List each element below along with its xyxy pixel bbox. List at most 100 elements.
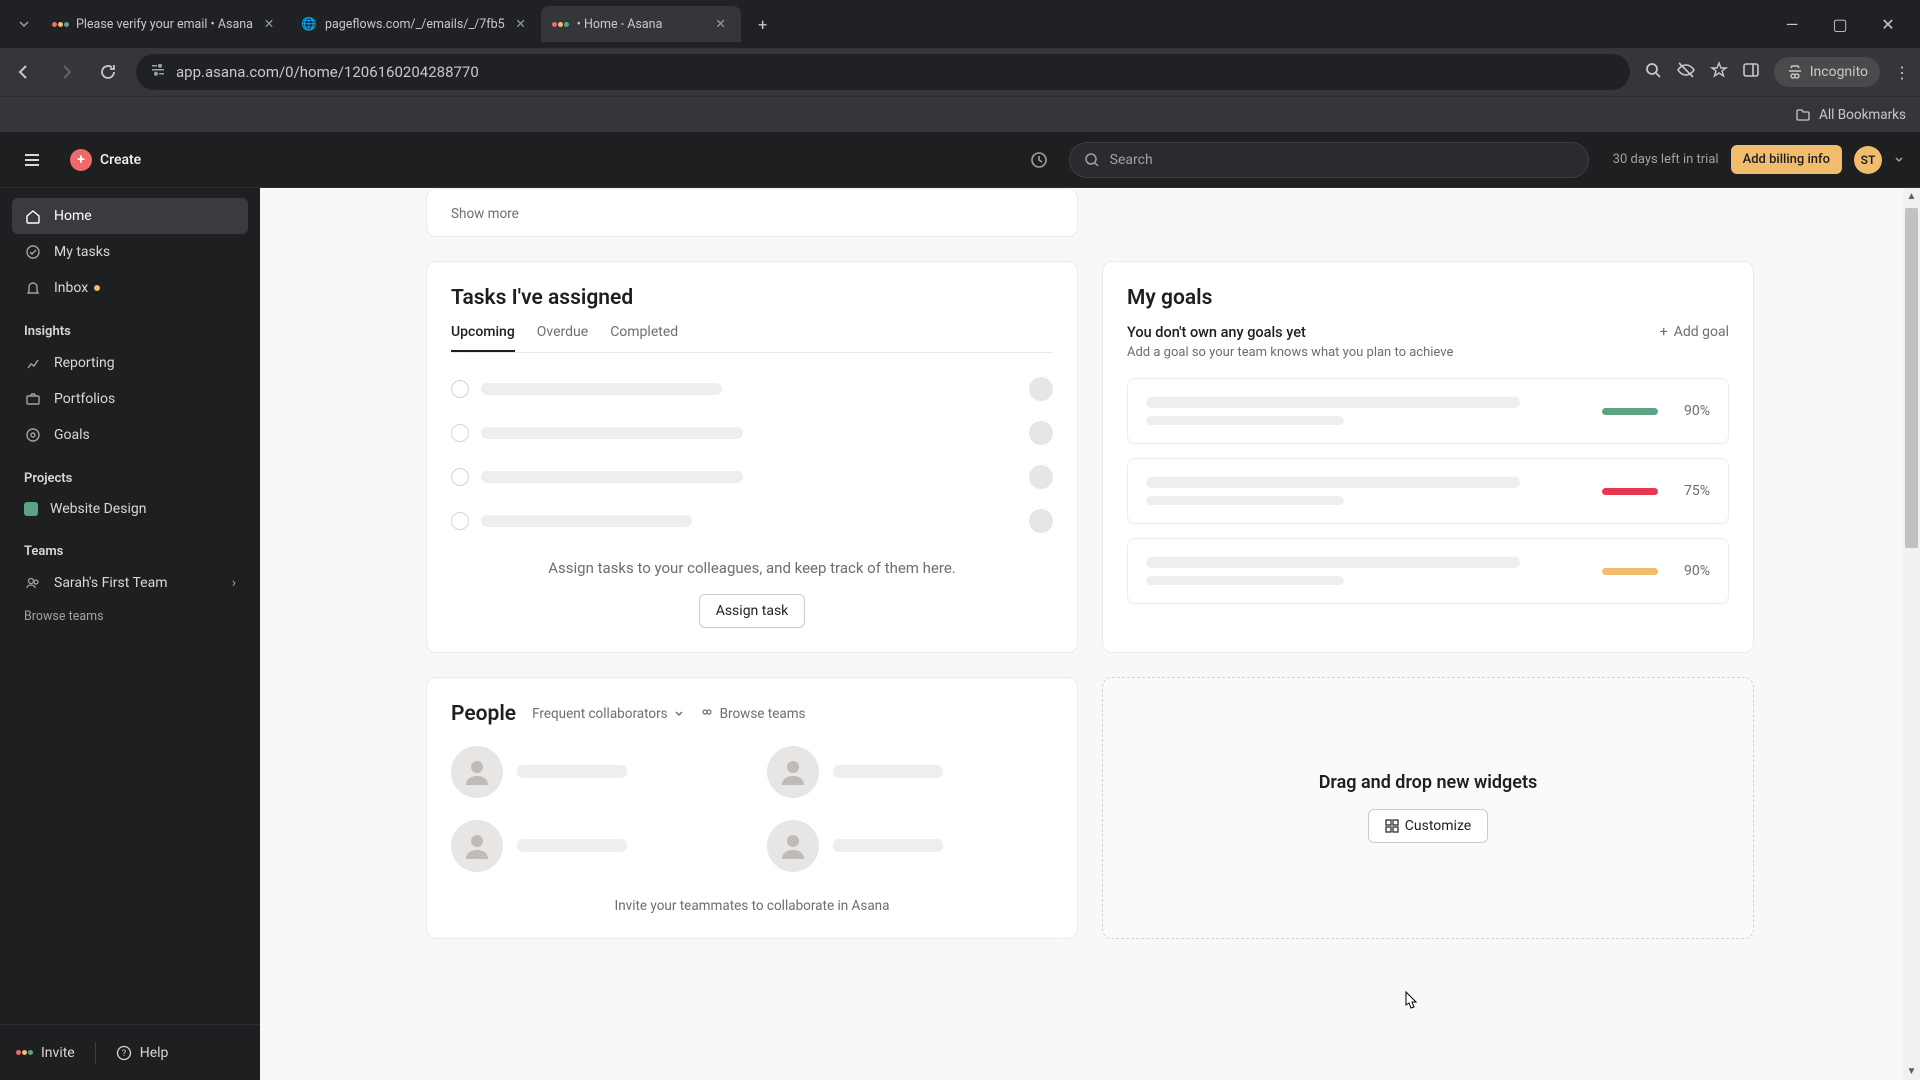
customize-label: Customize (1405, 818, 1471, 834)
close-icon[interactable]: ✕ (713, 16, 729, 32)
menu-icon[interactable]: ⋮ (1894, 63, 1910, 82)
address-bar[interactable]: app.asana.com/0/home/1206160204288770 (136, 54, 1630, 90)
browser-tab-1[interactable]: 🌐 pageflows.com/_/emails/_/7fb5 ✕ (289, 6, 541, 42)
search-input[interactable]: Search (1069, 142, 1589, 178)
side-panel-icon[interactable] (1742, 61, 1760, 83)
chevron-down-icon[interactable] (1894, 150, 1904, 169)
person-placeholder (451, 746, 737, 798)
sidebar-item-label: Sarah's First Team (54, 575, 168, 591)
chevron-down-icon (674, 709, 684, 719)
sidebar-item-label: Home (54, 208, 92, 224)
sidebar-item-label: Goals (54, 427, 90, 443)
browse-teams-label: Browse teams (720, 706, 806, 722)
sidebar-section-teams: Teams (0, 526, 260, 565)
menu-toggle[interactable] (16, 144, 48, 176)
sidebar-section-insights: Insights (0, 306, 260, 345)
sidebar-section-projects: Projects (0, 453, 260, 492)
goal-skeleton: 90% (1127, 538, 1729, 604)
tab-title: Please verify your email • Asana (76, 17, 253, 32)
people-card: People Frequent collaborators Browse tea… (426, 677, 1078, 939)
create-button[interactable]: + Create (60, 143, 151, 177)
goal-skeleton: 75% (1127, 458, 1729, 524)
avatar[interactable]: ST (1854, 146, 1882, 174)
app-header: + Create Search 30 days left in trial Ad… (0, 132, 1920, 188)
all-bookmarks-button[interactable]: All Bookmarks (1795, 107, 1906, 123)
browser-tab-2[interactable]: • Home - Asana ✕ (541, 6, 741, 42)
task-skeleton-row (451, 455, 1053, 499)
help-button[interactable]: ? Help (116, 1045, 169, 1061)
browse-teams-link[interactable]: Browse teams (700, 706, 806, 722)
close-icon[interactable]: ✕ (513, 16, 529, 32)
grid-icon (1385, 819, 1399, 833)
goals-empty-title: You don't own any goals yet (1127, 324, 1453, 341)
all-bookmarks-label: All Bookmarks (1819, 107, 1906, 123)
browser-toolbar: app.asana.com/0/home/1206160204288770 In… (0, 48, 1920, 96)
chart-icon (24, 354, 42, 372)
notification-dot-icon (94, 285, 100, 291)
sidebar-item-goals[interactable]: Goals (12, 417, 248, 453)
back-button[interactable] (10, 58, 38, 86)
eye-off-icon[interactable] (1676, 60, 1696, 84)
sidebar-item-label: Reporting (54, 355, 115, 371)
sidebar-item-reporting[interactable]: Reporting (12, 345, 248, 381)
goal-percent: 75% (1674, 483, 1710, 499)
scroll-up-icon[interactable]: ▲ (1903, 188, 1920, 205)
site-settings-icon[interactable] (150, 62, 166, 82)
customize-button[interactable]: Customize (1368, 809, 1488, 843)
tab-search-dropdown[interactable] (8, 8, 40, 40)
add-billing-button[interactable]: Add billing info (1731, 145, 1842, 174)
browse-teams-link[interactable]: Browse teams (0, 601, 260, 632)
asana-logo-icon (16, 1050, 33, 1055)
sidebar-item-label: My tasks (54, 244, 110, 260)
briefcase-icon (24, 390, 42, 408)
search-placeholder: Search (1110, 152, 1153, 168)
svg-text:?: ? (122, 1049, 126, 1059)
tab-completed[interactable]: Completed (610, 324, 678, 352)
progress-bar (1602, 488, 1658, 495)
close-window-icon[interactable]: ✕ (1876, 15, 1900, 34)
create-label: Create (100, 152, 141, 168)
chevron-right-icon: › (232, 575, 236, 591)
folder-icon (1795, 107, 1811, 123)
close-icon[interactable]: ✕ (261, 16, 277, 32)
invite-button[interactable]: Invite (16, 1045, 75, 1061)
sidebar-item-inbox[interactable]: Inbox (12, 270, 248, 306)
bookmarks-bar: All Bookmarks (0, 96, 1920, 132)
team-icon (700, 707, 714, 721)
widget-drop-zone[interactable]: Drag and drop new widgets Customize (1102, 677, 1754, 939)
zoom-icon[interactable] (1644, 61, 1662, 83)
browser-tab-0[interactable]: Please verify your email • Asana ✕ (40, 6, 289, 42)
show-more-link[interactable]: Show more (451, 206, 519, 222)
scrollbar[interactable]: ▲ ▼ (1903, 188, 1920, 1080)
add-goal-button[interactable]: + Add goal (1660, 324, 1729, 340)
reload-button[interactable] (94, 58, 122, 86)
dropdown-label: Frequent collaborators (532, 706, 668, 722)
sidebar: Home My tasks Inbox Insights Reporting P… (0, 188, 260, 1080)
people-icon (24, 574, 42, 592)
tab-overdue[interactable]: Overdue (537, 324, 588, 352)
incognito-badge[interactable]: Incognito (1774, 57, 1880, 87)
progress-bar (1602, 568, 1658, 575)
minimize-icon[interactable]: — (1780, 15, 1804, 34)
scrollbar-thumb[interactable] (1905, 208, 1918, 548)
tab-upcoming[interactable]: Upcoming (451, 324, 515, 352)
card-title: My goals (1127, 286, 1729, 310)
forward-button[interactable] (52, 58, 80, 86)
sidebar-item-portfolios[interactable]: Portfolios (12, 381, 248, 417)
scroll-down-icon[interactable]: ▼ (1903, 1063, 1920, 1080)
card-title: People (451, 702, 516, 726)
maximize-icon[interactable]: ▢ (1828, 15, 1852, 34)
sidebar-team[interactable]: Sarah's First Team › (12, 565, 248, 601)
target-icon (24, 426, 42, 444)
sidebar-item-my-tasks[interactable]: My tasks (12, 234, 248, 270)
sidebar-item-home[interactable]: Home (12, 198, 248, 234)
person-placeholder (767, 746, 1053, 798)
invite-label: Invite (41, 1045, 75, 1061)
bookmark-star-icon[interactable] (1710, 61, 1728, 83)
new-tab-button[interactable]: + (747, 8, 779, 40)
assign-task-button[interactable]: Assign task (699, 594, 806, 628)
sidebar-project-website-design[interactable]: Website Design (12, 492, 248, 526)
history-button[interactable] (1021, 142, 1057, 178)
empty-state-text: Assign tasks to your colleagues, and kee… (451, 557, 1053, 580)
collaborators-dropdown[interactable]: Frequent collaborators (532, 706, 684, 722)
